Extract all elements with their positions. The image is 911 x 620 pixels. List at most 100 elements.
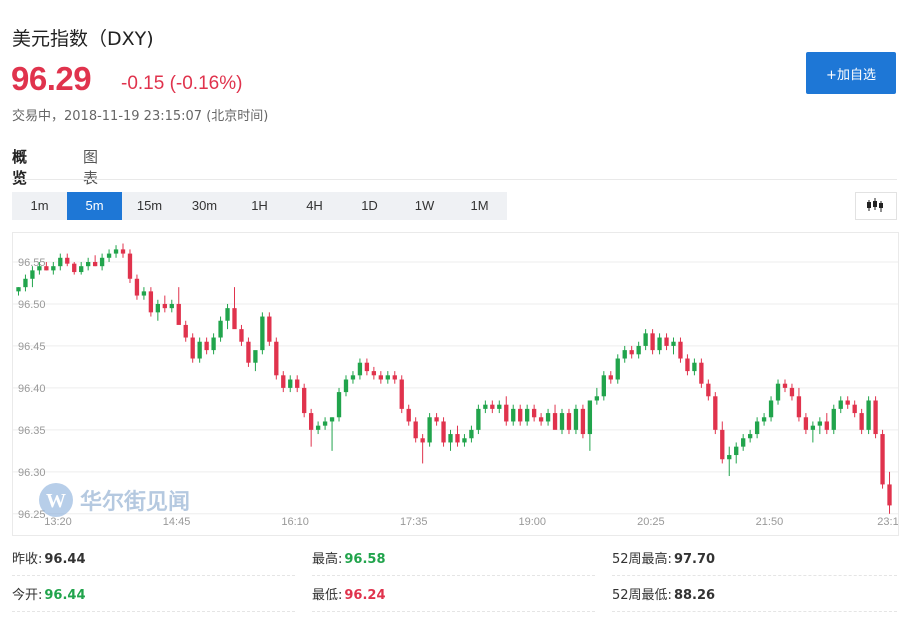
candle-body [636, 345, 641, 355]
candle-body [824, 421, 829, 430]
watermark: W 华尔街见闻 [38, 482, 190, 518]
candle-body [399, 379, 404, 409]
stat-high: 最高: 96.58 [312, 545, 595, 576]
candle-body [594, 396, 600, 401]
candle-body [427, 417, 432, 443]
x-tick-label: 23:1 [877, 516, 898, 528]
chart-type-button[interactable] [855, 192, 897, 220]
candle-body [58, 257, 63, 267]
candle-body [51, 266, 56, 271]
candle-body [671, 341, 676, 346]
x-tick-label: 16:10 [281, 516, 309, 528]
candle-body [239, 329, 244, 342]
candle-body [587, 400, 593, 435]
candle-body [44, 266, 49, 271]
candle-body [531, 408, 537, 418]
candle-body [392, 375, 397, 380]
timeframe-1m[interactable]: 1m [12, 192, 67, 220]
candle-body [176, 303, 181, 325]
candle-body [218, 320, 223, 338]
stat-prev-close: 昨收: 96.44 [12, 545, 295, 576]
candle-body [434, 417, 439, 422]
candle-body [525, 408, 530, 422]
candle-body [127, 253, 133, 279]
wallstreetcn-logo-icon: W [39, 483, 73, 517]
candle-body [329, 417, 335, 422]
candle-body [511, 408, 516, 422]
tab-divider [12, 179, 897, 180]
candle-body [552, 413, 558, 430]
candle-body [615, 358, 620, 380]
candle-body [476, 408, 481, 430]
tab-chart[interactable]: 图表 [83, 146, 98, 197]
stat-52w-high: 52周最高: 97.70 [612, 545, 897, 576]
candle-body [538, 417, 544, 422]
candle-body [113, 249, 119, 254]
y-tick-label: 96.40 [18, 383, 46, 395]
candle-body [357, 362, 363, 376]
watermark-text: 华尔街见闻 [80, 489, 191, 515]
timeframe-5m[interactable]: 5m [67, 192, 122, 220]
candle-body [448, 434, 453, 443]
candle-body [148, 291, 154, 313]
candle-body [469, 429, 474, 439]
candle-body [378, 375, 383, 380]
candle-body [225, 308, 230, 321]
x-tick-label: 17:35 [400, 516, 428, 528]
candle-body [155, 303, 161, 313]
candle-body [559, 413, 565, 430]
timeframe-1d[interactable]: 1D [342, 192, 397, 220]
candle-body [734, 446, 739, 456]
candle-body [281, 375, 286, 388]
stat-52w-low: 52周最低: 88.26 [612, 581, 897, 612]
candle-body [72, 263, 77, 273]
candle-body [406, 408, 411, 422]
candle-body [315, 425, 321, 430]
price-change: -0.15 (-0.16%) [121, 73, 243, 94]
candle-body [880, 434, 885, 485]
timeframe-1h[interactable]: 1H [232, 192, 287, 220]
candle-body [838, 400, 843, 409]
candle-body [678, 341, 683, 359]
candle-body [622, 350, 627, 359]
timeframe-15m[interactable]: 15m [122, 192, 177, 220]
svg-text:W: W [46, 490, 66, 512]
candle-body [253, 350, 258, 363]
stat-value: 88.26 [673, 588, 716, 603]
candle-body [859, 413, 864, 430]
timeframe-1w[interactable]: 1W [397, 192, 452, 220]
timeframe-4h[interactable]: 4H [287, 192, 342, 220]
current-price: 96.29 [11, 60, 92, 97]
candle-body [803, 417, 809, 430]
y-tick-label: 96.50 [18, 299, 46, 311]
candle-body [274, 341, 279, 376]
candle-body [350, 375, 356, 380]
candle-body [364, 362, 370, 372]
stat-label: 最高: [312, 552, 343, 567]
candle-body [267, 316, 272, 342]
candle-body [629, 350, 634, 355]
candle-body [23, 278, 28, 288]
candle-body [37, 266, 42, 271]
candlestick-icon [867, 198, 883, 212]
stats-panel: 昨收: 96.44 最高: 96.58 52周最高: 97.70 今开: 96.44 最… [12, 541, 897, 619]
stat-value: 96.44 [44, 552, 86, 567]
x-tick-label: 21:50 [756, 516, 784, 528]
candle-body [183, 324, 188, 338]
candle-body [810, 425, 816, 430]
candle-body [650, 333, 655, 351]
timeframe-30m[interactable]: 30m [177, 192, 232, 220]
candle-body [483, 404, 488, 409]
candle-body [497, 404, 502, 409]
candle-body [768, 400, 774, 418]
candle-body [504, 404, 509, 422]
x-tick-label: 20:25 [637, 516, 665, 528]
candle-body [462, 438, 467, 443]
candle-body [120, 249, 126, 254]
timeframe-1mo[interactable]: 1M [452, 192, 507, 220]
add-to-watchlist-button[interactable]: +加自选 [806, 52, 896, 94]
y-tick-label: 96.30 [18, 467, 46, 479]
candle-body [573, 408, 579, 430]
stat-value: 96.24 [344, 588, 386, 603]
candle-body [608, 375, 613, 380]
